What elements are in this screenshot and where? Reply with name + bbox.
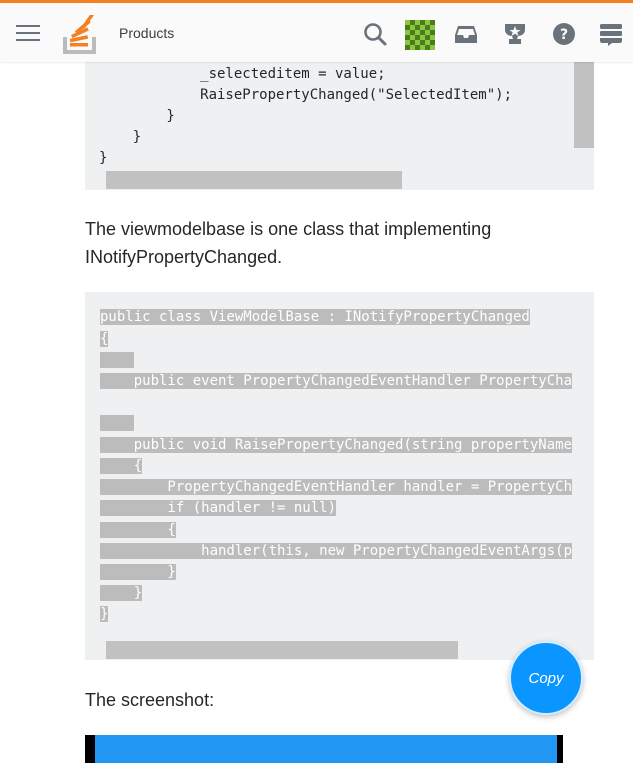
horizontal-scrollbar[interactable] <box>106 641 458 659</box>
code-block-main: public class ViewModelBase : INotifyProp… <box>85 292 594 660</box>
vertical-scrollbar[interactable] <box>574 62 594 148</box>
code-line: handler(this, new PropertyChangedEventAr… <box>100 543 573 559</box>
code-line: { <box>100 522 176 538</box>
code-line: RaisePropertyChanged("SelectedItem"); <box>99 87 513 103</box>
stack-exchange-icon[interactable] <box>598 21 624 47</box>
screenshot-image <box>85 735 563 763</box>
code-line: public void RaisePropertyChanged(string … <box>100 437 573 453</box>
trophy-icon[interactable] <box>502 21 528 47</box>
code-line: _selecteditem = value; <box>99 66 386 82</box>
products-link[interactable]: Products <box>119 25 174 41</box>
help-icon[interactable]: ? <box>551 21 577 47</box>
user-avatar[interactable] <box>405 20 435 50</box>
code-line: } <box>100 585 143 601</box>
code-line: } <box>99 108 175 124</box>
code-line: } <box>99 129 142 145</box>
code-line <box>100 415 134 431</box>
svg-text:?: ? <box>560 27 568 43</box>
copy-button[interactable]: Copy <box>509 641 583 715</box>
code-line: PropertyChangedEventHandler handler = Pr… <box>100 479 573 495</box>
horizontal-scrollbar[interactable] <box>106 171 402 189</box>
code-line: } <box>100 564 176 580</box>
stackoverflow-logo[interactable] <box>62 15 100 55</box>
code-line: } <box>99 150 108 166</box>
paragraph-text: The viewmodelbase is one class that impl… <box>85 219 492 267</box>
top-bar: Products ? <box>0 0 633 62</box>
code-line: if (handler != null) <box>100 500 337 516</box>
search-icon[interactable] <box>362 21 388 47</box>
screenshot-image-content <box>95 735 557 763</box>
code-line <box>100 352 134 368</box>
inbox-icon[interactable] <box>453 21 479 47</box>
code-line: public class ViewModelBase : INotifyProp… <box>100 309 530 325</box>
code-line: } <box>100 606 109 622</box>
menu-icon[interactable] <box>16 25 40 43</box>
code-line: { <box>100 331 109 347</box>
code-line: { <box>100 458 143 474</box>
code-line: public event PropertyChangedEventHandler… <box>100 373 573 389</box>
